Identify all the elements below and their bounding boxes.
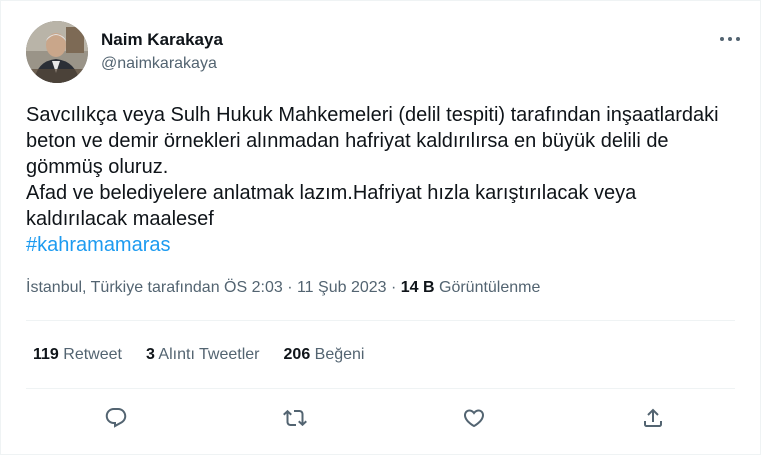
more-dot: [728, 37, 732, 41]
tweet-actions: [1, 398, 761, 438]
tweet-stats: 119 Retweet 3 Alıntı Tweetler 206 Beğeni: [33, 344, 388, 366]
divider: [26, 320, 735, 321]
share-icon: [644, 408, 662, 427]
retweets-label: Retweet: [58, 346, 122, 363]
reply-button[interactable]: [96, 398, 136, 438]
meta-separator: ·: [282, 279, 297, 296]
author-names: Naim Karakaya @naimkarakaya: [101, 29, 223, 75]
tweet-location-time[interactable]: İstanbul, Türkiye tarafından ÖS 2:03: [26, 279, 283, 296]
quotes-label: Alıntı Tweetler: [154, 346, 260, 363]
author-handle[interactable]: @naimkarakaya: [101, 53, 223, 75]
hashtag-link[interactable]: #kahramamaras: [26, 232, 171, 258]
views-label: Görüntülenme: [434, 279, 541, 296]
tweet-meta: İstanbul, Türkiye tarafından ÖS 2:03 · 1…: [26, 277, 540, 299]
avatar-photo: [26, 21, 88, 83]
likes-label: Beğeni: [310, 346, 365, 363]
likes-stat[interactable]: 206 Beğeni: [284, 344, 365, 366]
retweet-button[interactable]: [275, 398, 315, 438]
more-dot: [736, 37, 740, 41]
tweet-text: Savcılıkça veya Sulh Hukuk Mahkemeleri (…: [26, 104, 719, 230]
meta-separator: ·: [386, 279, 401, 296]
views-count: 14 B: [400, 279, 435, 296]
like-icon: [463, 409, 485, 428]
share-button[interactable]: [633, 398, 673, 438]
reply-icon: [105, 408, 127, 428]
like-button[interactable]: [454, 398, 494, 438]
divider: [26, 388, 735, 389]
quotes-count: 3: [145, 346, 155, 363]
tweet-date[interactable]: 11 Şub 2023: [297, 279, 387, 296]
likes-count: 206: [283, 346, 311, 363]
retweets-stat[interactable]: 119 Retweet: [33, 344, 122, 366]
author-display-name[interactable]: Naim Karakaya: [101, 29, 223, 51]
retweet-icon: [283, 409, 307, 427]
tweet-header: Naim Karakaya @naimkarakaya: [26, 21, 223, 83]
retweets-count: 119: [33, 346, 59, 363]
more-icon[interactable]: [718, 29, 742, 49]
avatar[interactable]: [26, 21, 88, 83]
tweet-card: Naim Karakaya @naimkarakaya Savcılıkça v…: [0, 0, 761, 455]
quotes-stat[interactable]: 3 Alıntı Tweetler: [146, 344, 260, 366]
more-dot: [720, 37, 724, 41]
